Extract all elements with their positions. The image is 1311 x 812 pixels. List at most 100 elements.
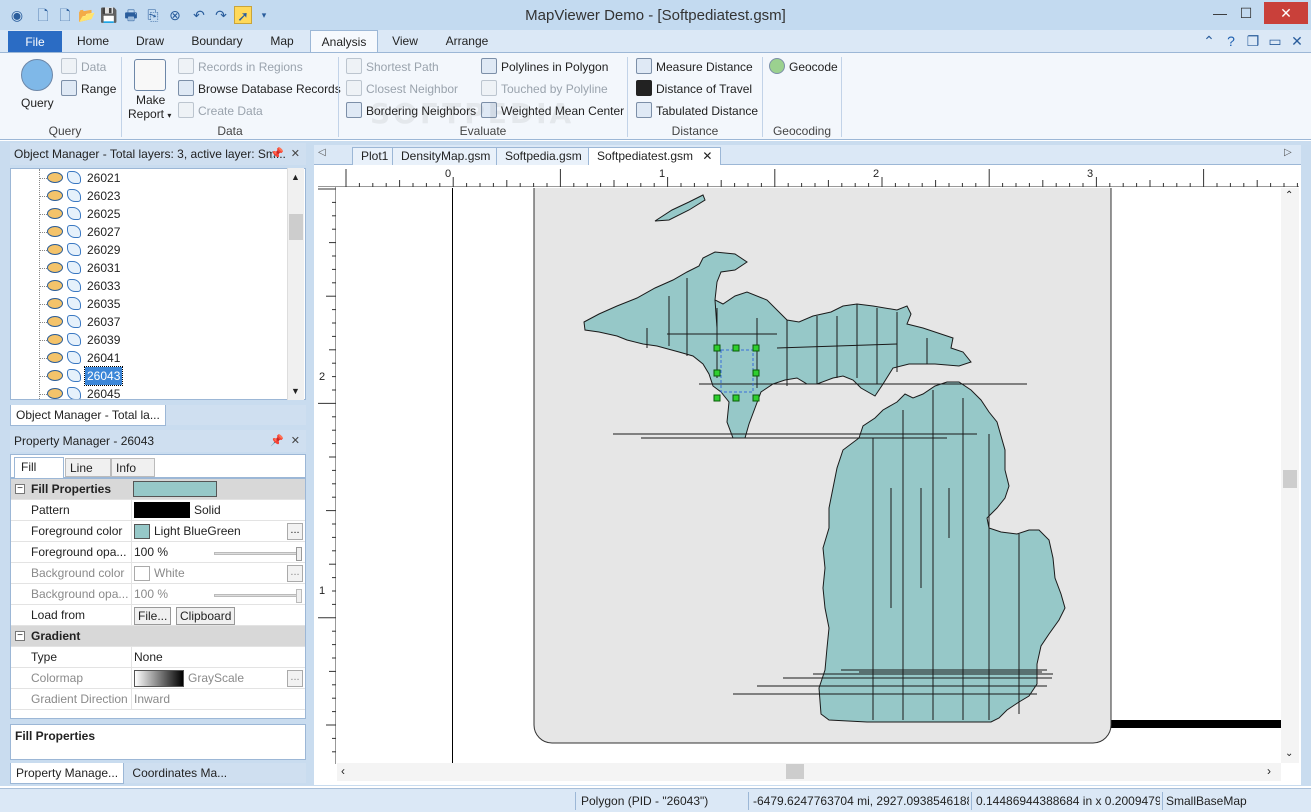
- tree-item[interactable]: 26021: [11, 169, 289, 187]
- help-icon[interactable]: ?: [1222, 32, 1240, 50]
- property-value[interactable]: GrayScale...: [131, 668, 305, 689]
- scroll-down-icon[interactable]: ▼: [291, 386, 300, 396]
- property-value[interactable]: White...: [131, 563, 305, 584]
- maximize-doc-icon[interactable]: ▭: [1266, 32, 1284, 50]
- tab-view[interactable]: View: [384, 30, 426, 52]
- pin-icon[interactable]: 📌: [270, 143, 284, 165]
- object-tree-scrollbar[interactable]: ▲ ▼: [287, 168, 304, 400]
- selection-handle[interactable]: [752, 394, 760, 402]
- visibility-eye-icon[interactable]: [47, 370, 63, 381]
- doc-tab-softpedia[interactable]: Softpedia.gsm: [496, 147, 591, 165]
- geocode-button[interactable]: Geocode: [769, 57, 838, 77]
- query-button[interactable]: Query: [21, 93, 54, 113]
- property-value[interactable]: Inward: [131, 689, 305, 710]
- selection-handle[interactable]: [752, 369, 760, 377]
- selection-handle[interactable]: [713, 344, 721, 352]
- doc-tab-softpediatest[interactable]: Softpediatest.gsm ✕: [588, 147, 722, 165]
- visibility-eye-icon[interactable]: [47, 352, 63, 363]
- measure-distance-button[interactable]: Measure Distance: [636, 57, 753, 77]
- property-row-gradient-direction[interactable]: Gradient Direction Inward: [11, 689, 305, 710]
- selection-handle[interactable]: [732, 344, 740, 352]
- tab-info[interactable]: Info: [111, 458, 155, 477]
- selection-handle[interactable]: [752, 344, 760, 352]
- ribbon-collapse-icon[interactable]: ⌃: [1200, 32, 1218, 50]
- category-fill-properties[interactable]: − Fill Properties: [11, 479, 305, 500]
- visibility-eye-icon[interactable]: [47, 316, 63, 327]
- touched-by-polyline-button[interactable]: Touched by Polyline: [481, 79, 608, 99]
- visibility-eye-icon[interactable]: [47, 208, 63, 219]
- tree-item[interactable]: 26037: [11, 313, 289, 331]
- visibility-eye-icon[interactable]: [47, 280, 63, 291]
- property-value[interactable]: Solid: [131, 500, 305, 521]
- tab-draw[interactable]: Draw: [126, 30, 174, 52]
- tab-property-manager[interactable]: Property Manage...: [10, 763, 125, 784]
- slider-thumb[interactable]: [296, 547, 302, 561]
- selection-handle[interactable]: [713, 394, 721, 402]
- tab-home[interactable]: Home: [68, 30, 118, 52]
- category-gradient[interactable]: − Gradient: [11, 626, 305, 647]
- clipboard-button[interactable]: Clipboard: [176, 607, 236, 625]
- property-row-type[interactable]: Type None: [11, 647, 305, 668]
- doc-tab-plot1[interactable]: Plot1: [352, 147, 398, 165]
- selection-handle[interactable]: [713, 369, 721, 377]
- records-in-regions-button[interactable]: Records in Regions: [178, 57, 303, 77]
- create-data-button[interactable]: Create Data: [178, 101, 263, 121]
- distance-of-travel-button[interactable]: Distance of Travel: [636, 79, 752, 99]
- shortest-path-button[interactable]: Shortest Path: [346, 57, 439, 77]
- make-report-button[interactable]: Report ▾: [128, 107, 171, 121]
- property-row-foreground-opacity[interactable]: Foreground opa... 100 %: [11, 542, 305, 563]
- tabs-scroll-left-icon[interactable]: ◁: [318, 147, 326, 158]
- tab-line[interactable]: Line: [65, 458, 111, 477]
- opacity-slider[interactable]: [214, 547, 302, 561]
- visibility-eye-icon[interactable]: [47, 226, 63, 237]
- visibility-eye-icon[interactable]: [47, 388, 63, 399]
- tabs-scroll-right-icon[interactable]: ▷: [1284, 147, 1292, 158]
- tree-item[interactable]: 26035: [11, 295, 289, 313]
- scroll-down-icon[interactable]: ⌄: [1285, 748, 1293, 759]
- property-row-foreground-color[interactable]: Foreground color Light BlueGreen...: [11, 521, 305, 542]
- tree-item[interactable]: 26033: [11, 277, 289, 295]
- tab-object-manager[interactable]: Object Manager - Total la...: [10, 405, 166, 426]
- scroll-left-icon[interactable]: ‹: [341, 764, 345, 778]
- tab-file[interactable]: File: [8, 31, 62, 52]
- selection-handle[interactable]: [732, 394, 740, 402]
- ellipsis-button[interactable]: ...: [287, 523, 303, 540]
- close-doc-window-icon[interactable]: ✕: [1288, 32, 1306, 50]
- tree-item[interactable]: 26045: [11, 385, 289, 399]
- tree-item[interactable]: 26043: [11, 366, 289, 386]
- ellipsis-button[interactable]: ...: [287, 565, 303, 582]
- tabulated-distance-button[interactable]: Tabulated Distance: [636, 101, 758, 121]
- doc-tab-densitymap[interactable]: DensityMap.gsm: [392, 147, 500, 165]
- visibility-eye-icon[interactable]: [47, 244, 63, 255]
- visibility-eye-icon[interactable]: [47, 172, 63, 183]
- opacity-slider[interactable]: [214, 589, 302, 603]
- canvas-horizontal-scrollbar[interactable]: ‹ ›: [337, 763, 1281, 781]
- tab-analysis[interactable]: Analysis: [310, 30, 378, 52]
- tree-item[interactable]: 26023: [11, 187, 289, 205]
- property-value[interactable]: 100 %: [131, 584, 305, 605]
- visibility-eye-icon[interactable]: [47, 190, 63, 201]
- michigan-map[interactable]: [337, 188, 1281, 763]
- scroll-up-icon[interactable]: ▲: [291, 172, 300, 182]
- panel-close-icon[interactable]: ✕: [291, 143, 300, 165]
- visibility-eye-icon[interactable]: [47, 298, 63, 309]
- tab-coordinates-manager[interactable]: Coordinates Ma...: [127, 763, 232, 783]
- data-button[interactable]: Data: [61, 57, 106, 77]
- property-value[interactable]: 100 %: [131, 542, 305, 563]
- scroll-right-icon[interactable]: ›: [1267, 764, 1271, 778]
- ellipsis-button[interactable]: ...: [287, 670, 303, 687]
- make-report-line1[interactable]: Make: [136, 93, 165, 107]
- property-row-colormap[interactable]: Colormap GrayScale...: [11, 668, 305, 689]
- panel-close-icon[interactable]: ✕: [291, 430, 300, 452]
- tree-item[interactable]: 26041: [11, 349, 289, 367]
- restore-doc-icon[interactable]: ❐: [1244, 32, 1262, 50]
- close-icon[interactable]: ✕: [1264, 2, 1308, 24]
- map-canvas[interactable]: [337, 188, 1281, 763]
- scroll-up-icon[interactable]: ⌃: [1285, 190, 1293, 201]
- tree-item[interactable]: 26027: [11, 223, 289, 241]
- closest-neighbor-button[interactable]: Closest Neighbor: [346, 79, 458, 99]
- property-row-background-opacity[interactable]: Background opa... 100 %: [11, 584, 305, 605]
- scroll-thumb[interactable]: [289, 214, 303, 240]
- file-button[interactable]: File...: [134, 607, 172, 625]
- polylines-in-polygon-button[interactable]: Polylines in Polygon: [481, 57, 608, 77]
